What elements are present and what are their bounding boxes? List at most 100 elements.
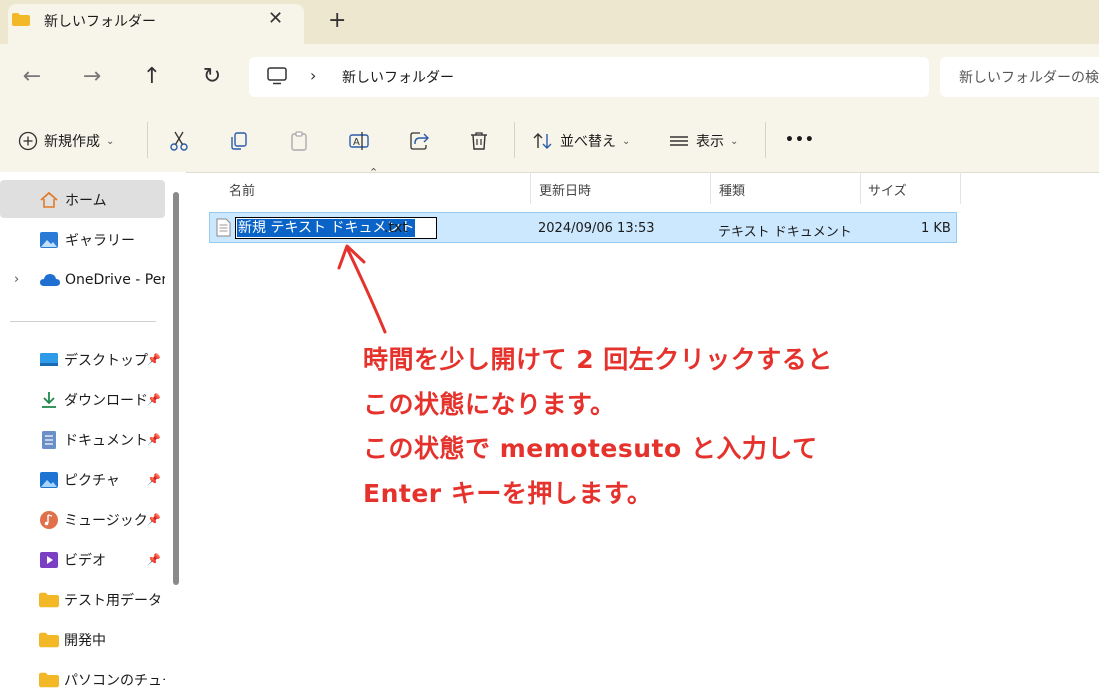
trash-icon <box>471 132 487 150</box>
sidebar-item-onedrive[interactable]: OneDrive - Pers <box>39 269 165 291</box>
file-type: テキスト ドキュメント <box>718 225 852 240</box>
cloud-icon <box>40 274 60 286</box>
delete-button[interactable] <box>468 128 490 154</box>
sidebar-item-test-data[interactable]: テスト用データ <box>39 589 162 611</box>
toolbar-divider <box>765 122 766 158</box>
annotation-line: この状態で memotesuto と入力して <box>363 434 818 463</box>
column-divider[interactable] <box>710 172 711 204</box>
column-divider[interactable] <box>960 172 961 204</box>
music-icon <box>40 511 58 529</box>
sidebar-item-label: ホーム <box>65 193 107 209</box>
sidebar-item-gallery[interactable]: ギャラリー <box>39 229 135 251</box>
sidebar-item-label: 開発中 <box>64 633 106 649</box>
sidebar-item-home[interactable]: ホーム <box>39 189 107 211</box>
sidebar-item-documents[interactable]: ドキュメント 📌 <box>39 429 164 451</box>
pin-icon: 📌 <box>147 513 161 526</box>
sidebar-item-label: ドキュメント <box>64 433 148 449</box>
video-icon <box>40 552 58 568</box>
toolbar-divider <box>147 122 148 158</box>
share-icon <box>410 132 429 150</box>
toolbar-divider <box>514 122 515 158</box>
annotation-line: Enter キーを押します。 <box>363 479 653 508</box>
desktop-icon <box>40 353 58 366</box>
sidebar-item-label: デスクトップ <box>64 353 148 369</box>
pin-icon: 📌 <box>147 473 161 486</box>
sort-ascending-icon: ⌃ <box>369 166 379 179</box>
list-view-icon <box>670 136 688 146</box>
sidebar-item-label: テスト用データ <box>64 593 162 609</box>
paste-button[interactable] <box>288 128 310 154</box>
chevron-down-icon: ⌄ <box>730 135 739 147</box>
up-button[interactable]: ↑ <box>140 64 164 89</box>
sidebar-divider <box>10 321 156 322</box>
more-options-icon[interactable]: ••• <box>785 132 815 148</box>
rename-icon: A <box>349 132 369 150</box>
sidebar-item-videos[interactable]: ビデオ 📌 <box>39 549 164 571</box>
sidebar-item-in-development[interactable]: 開発中 <box>39 629 106 651</box>
download-icon <box>42 392 56 408</box>
rename-button[interactable]: A <box>348 128 370 154</box>
annotation-line: 時間を少し開けて 2 回左クリックすると <box>363 345 833 374</box>
sidebar-item-label: ビデオ <box>64 553 106 569</box>
share-button[interactable] <box>408 128 430 154</box>
chevron-down-icon: ⌄ <box>106 135 115 147</box>
new-button[interactable]: 新規作成 ⌄ <box>18 128 114 154</box>
pin-icon: 📌 <box>147 433 161 446</box>
view-button[interactable]: 表示 ⌄ <box>668 128 738 154</box>
pin-icon: 📌 <box>147 553 161 566</box>
folder-icon <box>39 672 59 688</box>
tab-title: 新しいフォルダー <box>44 14 156 30</box>
forward-button[interactable]: → <box>80 64 104 89</box>
view-button-label: 表示 <box>696 134 724 150</box>
cut-button[interactable] <box>168 128 190 154</box>
sidebar-item-music[interactable]: ミュージック 📌 <box>39 509 164 531</box>
sidebar-item-label: ミュージック <box>64 513 148 529</box>
home-icon <box>40 191 58 208</box>
pin-icon: 📌 <box>147 393 161 406</box>
rename-extension-text[interactable]: .txt <box>384 219 408 237</box>
sort-icon <box>533 133 552 149</box>
back-button[interactable]: ← <box>20 64 44 89</box>
gallery-icon <box>40 232 58 248</box>
scissors-icon <box>170 131 188 151</box>
sidebar-scrollbar[interactable] <box>173 192 179 585</box>
text-file-icon <box>216 218 231 237</box>
column-header-size[interactable]: サイズ <box>868 180 907 199</box>
sidebar-item-label: ピクチャ <box>64 473 120 489</box>
sidebar-item-label: パソコンのチュート <box>64 673 165 689</box>
breadcrumb-chevron[interactable]: › <box>310 66 316 85</box>
new-tab-button[interactable]: + <box>328 8 346 33</box>
column-divider[interactable] <box>530 172 531 204</box>
sort-button[interactable]: 並べ替え ⌄ <box>532 128 630 154</box>
close-tab-icon[interactable]: ✕ <box>268 8 283 29</box>
file-date: 2024/09/06 13:53 <box>538 221 655 236</box>
folder-icon <box>39 632 59 648</box>
refresh-button[interactable]: ↻ <box>200 64 224 89</box>
computer-icon[interactable] <box>267 67 287 85</box>
column-header-type[interactable]: 種類 <box>719 180 745 199</box>
column-header-name[interactable]: 名前 <box>229 180 255 199</box>
sidebar-item-pictures[interactable]: ピクチャ 📌 <box>39 469 164 491</box>
folder-icon <box>39 592 59 608</box>
column-divider[interactable] <box>860 172 861 204</box>
plus-circle-icon <box>18 131 38 151</box>
picture-icon <box>40 472 58 488</box>
search-input[interactable]: 新しいフォルダーの検 <box>959 67 1099 87</box>
sidebar-item-label: ギャラリー <box>65 233 135 249</box>
column-header-date[interactable]: 更新日時 <box>539 180 591 199</box>
sidebar-item-label: ダウンロード <box>64 393 148 409</box>
sort-button-label: 並べ替え <box>560 134 616 150</box>
clipboard-icon <box>291 131 307 151</box>
annotation-arrow-icon <box>337 244 387 334</box>
sidebar-item-label: OneDrive - Pers <box>65 272 165 288</box>
breadcrumb-current-folder[interactable]: 新しいフォルダー <box>342 67 454 87</box>
sidebar-item-desktop[interactable]: デスクトップ 📌 <box>39 349 164 371</box>
folder-icon <box>12 13 30 26</box>
sidebar-item-downloads[interactable]: ダウンロード 📌 <box>39 389 164 411</box>
expand-chevron-icon[interactable]: › <box>14 272 19 287</box>
copy-button[interactable] <box>228 128 250 154</box>
annotation-line: この状態になります。 <box>363 390 616 419</box>
chevron-down-icon: ⌄ <box>622 135 631 147</box>
sidebar-item-pc-tutorial[interactable]: パソコンのチュート <box>39 669 165 691</box>
copy-icon <box>231 132 247 150</box>
